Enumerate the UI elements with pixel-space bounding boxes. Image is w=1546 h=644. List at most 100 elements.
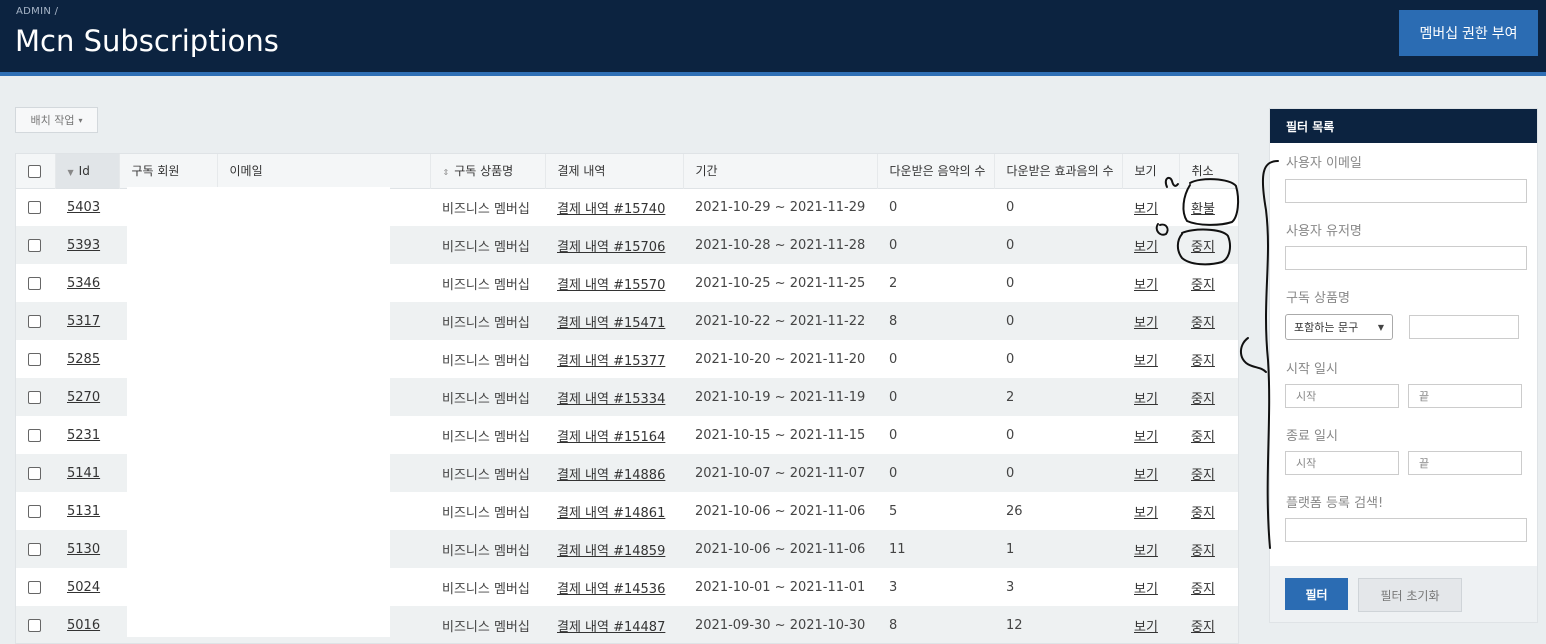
row-cancel-link[interactable]: 중지 <box>1191 544 1215 559</box>
row-period: 2021-10-28 ~ 2021-11-28 <box>695 237 866 253</box>
row-id-cell: 5346 <box>55 264 119 302</box>
row-product-cell: 비즈니스 멤버십 <box>430 302 545 340</box>
row-id[interactable]: 5403 <box>67 200 100 215</box>
row-payment-link[interactable]: 결제 내역 #14536 <box>557 582 665 597</box>
row-checkbox[interactable] <box>28 504 41 518</box>
product-match-select[interactable]: 포함하는 문구 ▼ <box>1285 314 1393 340</box>
row-checkbox[interactable] <box>28 200 41 214</box>
col-music-count[interactable]: 다운받은 음악의 수 <box>877 154 995 188</box>
row-view-link[interactable]: 보기 <box>1134 582 1158 597</box>
username-filter-input[interactable] <box>1285 246 1527 270</box>
row-cancel-link[interactable]: 중지 <box>1191 240 1215 255</box>
row-checkbox[interactable] <box>28 580 41 594</box>
row-payment-link[interactable]: 결제 내역 #14487 <box>557 620 665 635</box>
product-filter-input[interactable] <box>1409 315 1519 339</box>
row-payment-link[interactable]: 결제 내역 #15164 <box>557 430 665 445</box>
row-payment-link[interactable]: 결제 내역 #15570 <box>557 278 665 293</box>
row-cancel-link[interactable]: 중지 <box>1191 620 1215 635</box>
row-view-link[interactable]: 보기 <box>1134 354 1158 369</box>
row-payment-link[interactable]: 결제 내역 #15471 <box>557 316 665 331</box>
row-view-link[interactable]: 보기 <box>1134 468 1158 483</box>
batch-actions-button[interactable]: 배치 작업 ▾ <box>15 107 98 133</box>
row-view-link[interactable]: 보기 <box>1134 392 1158 407</box>
row-checkbox[interactable] <box>28 618 41 632</box>
row-payment-link[interactable]: 결제 내역 #15706 <box>557 240 665 255</box>
row-view-link-cell: 보기 <box>1122 454 1179 492</box>
row-product-cell: 비즈니스 멤버십 <box>430 378 545 416</box>
row-view-link[interactable]: 보기 <box>1134 240 1158 255</box>
row-cancel-link[interactable]: 중지 <box>1191 430 1215 445</box>
row-period: 2021-10-15 ~ 2021-11-15 <box>695 427 866 443</box>
filter-panel: 필터 목록 사용자 이메일 사용자 유저명 구독 상품명 포함하는 문구 ▼ 시… <box>1269 108 1538 623</box>
row-cancel-link[interactable]: 중지 <box>1191 506 1215 521</box>
row-view-link[interactable]: 보기 <box>1134 544 1158 559</box>
col-cancel: 취소 <box>1179 154 1238 188</box>
row-view-link[interactable]: 보기 <box>1134 620 1158 635</box>
start-date-label: 시작 일시 <box>1286 362 1338 377</box>
row-cancel-link-cell: 중지 <box>1179 454 1238 492</box>
row-checkbox[interactable] <box>28 238 41 252</box>
grant-membership-button[interactable]: 멤버십 권한 부여 <box>1399 10 1538 56</box>
row-cancel-link[interactable]: 중지 <box>1191 392 1215 407</box>
row-period-cell: 2021-10-22 ~ 2021-11-22 <box>683 302 877 340</box>
col-id[interactable]: ▼ Id <box>55 154 120 188</box>
row-view-link[interactable]: 보기 <box>1134 430 1158 445</box>
start-date-from-input[interactable]: 시작 <box>1285 384 1399 408</box>
col-period[interactable]: 기간 <box>683 154 878 188</box>
row-payment-link[interactable]: 결제 내역 #14861 <box>557 506 665 521</box>
row-cancel-link[interactable]: 중지 <box>1191 468 1215 483</box>
col-sfx-count[interactable]: 다운받은 효과음의 수 <box>994 154 1123 188</box>
row-checkbox[interactable] <box>28 466 41 480</box>
col-email[interactable]: 이메일 <box>217 154 431 188</box>
row-id[interactable]: 5016 <box>67 618 100 633</box>
start-date-to-input[interactable]: 끝 <box>1408 384 1522 408</box>
row-view-link[interactable]: 보기 <box>1134 506 1158 521</box>
row-id[interactable]: 5393 <box>67 238 100 253</box>
end-date-to-input[interactable]: 끝 <box>1408 451 1522 475</box>
row-id[interactable]: 5270 <box>67 390 100 405</box>
row-payment-link[interactable]: 결제 내역 #14886 <box>557 468 665 483</box>
row-cancel-link[interactable]: 환불 <box>1191 202 1215 217</box>
col-payment[interactable]: 결제 내역 <box>545 154 684 188</box>
platform-search-input[interactable] <box>1285 518 1527 542</box>
row-id[interactable]: 5130 <box>67 542 100 557</box>
row-cancel-link-cell: 환불 <box>1179 188 1238 226</box>
apply-filter-button[interactable]: 필터 <box>1285 578 1348 610</box>
row-checkbox[interactable] <box>28 542 41 556</box>
row-payment-link[interactable]: 결제 내역 #15377 <box>557 354 665 369</box>
row-sfx-count-cell: 0 <box>994 264 1122 302</box>
col-member[interactable]: 구독 회원 <box>119 154 218 188</box>
row-id[interactable]: 5141 <box>67 466 100 481</box>
select-all-checkbox[interactable] <box>28 164 41 178</box>
row-view-link[interactable]: 보기 <box>1134 202 1158 217</box>
breadcrumb[interactable]: ADMIN / <box>16 6 58 17</box>
row-payment-link[interactable]: 결제 내역 #14859 <box>557 544 665 559</box>
row-id[interactable]: 5131 <box>67 504 100 519</box>
row-product-cell: 비즈니스 멤버십 <box>430 416 545 454</box>
row-payment-link[interactable]: 결제 내역 #15740 <box>557 202 665 217</box>
row-id[interactable]: 5024 <box>67 580 100 595</box>
row-music-count: 0 <box>889 351 898 367</box>
row-checkbox[interactable] <box>28 314 41 328</box>
row-cancel-link[interactable]: 중지 <box>1191 278 1215 293</box>
row-period-cell: 2021-10-29 ~ 2021-11-29 <box>683 188 877 226</box>
row-cancel-link[interactable]: 중지 <box>1191 316 1215 331</box>
row-checkbox[interactable] <box>28 390 41 404</box>
row-id[interactable]: 5317 <box>67 314 100 329</box>
row-payment-link[interactable]: 결제 내역 #15334 <box>557 392 665 407</box>
row-id[interactable]: 5285 <box>67 352 100 367</box>
row-cancel-link[interactable]: 중지 <box>1191 354 1215 369</box>
row-view-link[interactable]: 보기 <box>1134 316 1158 331</box>
end-date-from-input[interactable]: 시작 <box>1285 451 1399 475</box>
row-music-count-cell: 0 <box>877 454 994 492</box>
col-product[interactable]: ⇕ 구독 상품명 <box>430 154 546 188</box>
row-checkbox[interactable] <box>28 352 41 366</box>
row-view-link[interactable]: 보기 <box>1134 278 1158 293</box>
row-id[interactable]: 5231 <box>67 428 100 443</box>
row-checkbox[interactable] <box>28 428 41 442</box>
row-checkbox[interactable] <box>28 276 41 290</box>
row-cancel-link[interactable]: 중지 <box>1191 582 1215 597</box>
row-id[interactable]: 5346 <box>67 276 100 291</box>
reset-filter-button[interactable]: 필터 초기화 <box>1358 578 1462 612</box>
email-filter-input[interactable] <box>1285 179 1527 203</box>
